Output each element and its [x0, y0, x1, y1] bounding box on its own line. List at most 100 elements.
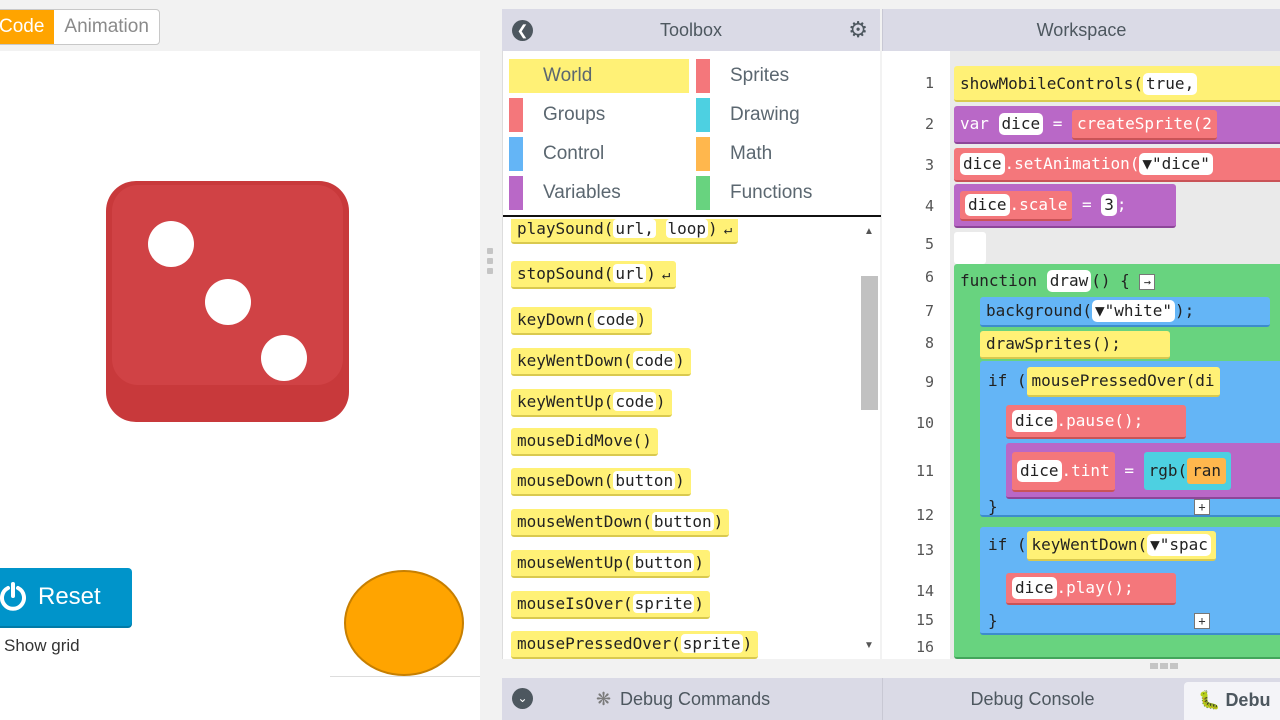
- debug-tab-label: Debu: [1225, 690, 1271, 710]
- preview-base: [330, 676, 480, 720]
- code-line-10[interactable]: dice .pause();: [1006, 405, 1186, 439]
- line-number: 4: [924, 197, 934, 215]
- code-area[interactable]: showMobileControls(true, var dice = crea…: [950, 51, 1280, 659]
- category-list: World Sprites Groups Drawing Control Mat…: [503, 51, 881, 217]
- category-drawing[interactable]: Drawing: [696, 98, 800, 132]
- if-header: if (keyWentDown(▼"spac: [988, 529, 1216, 561]
- toolbox-header: ❮ Toolbox ⚙: [502, 9, 880, 51]
- workspace-title: Workspace: [1036, 19, 1127, 40]
- line-number: 7: [924, 302, 934, 320]
- code-line-4[interactable]: dice .scale = 3;: [954, 184, 1176, 228]
- block-stopSound[interactable]: stopSound(url) ↵: [511, 261, 677, 289]
- code-line-7[interactable]: background(▼"white");: [980, 297, 1270, 327]
- code-line-2[interactable]: var dice = createSprite(2: [954, 106, 1280, 144]
- category-variables[interactable]: Variables: [509, 176, 621, 210]
- line-number: 1: [924, 74, 934, 92]
- function-header: function draw() { →: [960, 264, 1156, 298]
- line-number: 2: [924, 115, 934, 133]
- block-mouseDidMove[interactable]: mouseDidMove(): [511, 428, 658, 456]
- line-number: 10: [915, 414, 934, 432]
- code-line-3[interactable]: dice .setAnimation(▼"dice": [954, 148, 1280, 182]
- toolbox-panel: World Sprites Groups Drawing Control Mat…: [502, 51, 881, 659]
- scroll-down-icon[interactable]: ▼: [864, 640, 874, 651]
- block-mouseWentDown[interactable]: mouseWentDown(button): [511, 509, 730, 537]
- line-number: 11: [915, 462, 934, 480]
- category-label: Sprites: [730, 65, 790, 86]
- category-label: Math: [730, 143, 773, 164]
- spinner-icon: ❋: [596, 689, 612, 709]
- toolbox-block-list: playSound(url, loop) ↵ stopSound(url) ↵ ke…: [503, 219, 863, 659]
- line-number: 12: [915, 506, 934, 524]
- category-control[interactable]: Control: [509, 137, 604, 171]
- category-label: Control: [543, 143, 605, 164]
- return-icon: ↵: [723, 222, 733, 238]
- category-functions[interactable]: Functions: [696, 176, 812, 210]
- line-number: 5: [924, 235, 934, 253]
- line-number: 16: [915, 638, 934, 656]
- add-else-icon[interactable]: +: [1194, 499, 1210, 515]
- category-label: Functions: [730, 182, 813, 203]
- animation-mode-button[interactable]: Animation: [54, 10, 159, 44]
- return-icon: ↵: [661, 267, 671, 283]
- category-sprites[interactable]: Sprites: [696, 59, 789, 93]
- line-number: 3: [924, 156, 934, 174]
- debug-commands-header[interactable]: ⌄ ❋ Debug Commands: [502, 678, 880, 720]
- line-number: 14: [915, 582, 934, 600]
- category-label: Drawing: [730, 104, 800, 125]
- splitter-grip-icon[interactable]: [487, 248, 493, 274]
- power-icon: [0, 582, 26, 611]
- category-groups[interactable]: Groups: [509, 98, 605, 132]
- workspace-resize-grip-icon[interactable]: [1150, 663, 1178, 669]
- category-label: Groups: [543, 104, 606, 125]
- toolbox-scrollbar-thumb[interactable]: [861, 276, 878, 410]
- line-number: 9: [924, 373, 934, 391]
- category-world[interactable]: World: [509, 59, 689, 93]
- if-block-2[interactable]: if (keyWentDown(▼"spac dice .play(); } +: [980, 527, 1280, 635]
- gear-icon[interactable]: ⚙: [848, 19, 868, 41]
- bug-icon: 🐛: [1198, 690, 1221, 710]
- block-keyDown[interactable]: keyDown(code): [511, 307, 653, 335]
- workspace-header: Workspace: [882, 9, 1280, 51]
- if-header: if (mousePressedOver(di: [988, 363, 1220, 399]
- debug-commands-label: Debug Commands: [620, 689, 771, 709]
- if-block-1[interactable]: if (mousePressedOver(di dice .pause(); di…: [980, 361, 1280, 517]
- line-number: 6: [924, 268, 934, 286]
- code-line-14[interactable]: dice .play();: [1006, 573, 1176, 605]
- line-number-gutter: 1 2 3 4 5 6 7 8 9 10 11 12 13 14 15 16: [882, 51, 950, 659]
- block-keyWentUp[interactable]: keyWentUp(code): [511, 389, 672, 417]
- show-grid-toggle[interactable]: Show grid: [4, 636, 80, 656]
- code-line-11[interactable]: dice .tint = rgb(ran: [1006, 443, 1280, 499]
- collapse-toolbox-icon[interactable]: ❮: [512, 20, 533, 41]
- function-draw-block[interactable]: function draw() { → background(▼"white")…: [954, 264, 1280, 659]
- block-mouseIsOver[interactable]: mouseIsOver(sprite): [511, 591, 711, 619]
- workspace-panel[interactable]: 1 2 3 4 5 6 7 8 9 10 11 12 13 14 15 16 s…: [882, 51, 1280, 659]
- category-math[interactable]: Math: [696, 137, 772, 171]
- reset-button[interactable]: Reset: [0, 568, 132, 626]
- scroll-up-icon[interactable]: ▲: [864, 226, 874, 237]
- code-line-8[interactable]: drawSprites();: [980, 331, 1170, 359]
- add-else-icon[interactable]: +: [1194, 613, 1210, 629]
- block-keyWentDown[interactable]: keyWentDown(code): [511, 348, 691, 376]
- debug-console-header[interactable]: Debug Console: [882, 678, 1182, 720]
- debug-tab[interactable]: 🐛 Debu: [1184, 682, 1280, 720]
- block-mousePressedOver[interactable]: mousePressedOver(sprite): [511, 631, 759, 659]
- dice-sprite[interactable]: [106, 181, 350, 430]
- chevron-down-icon[interactable]: ⌄: [512, 688, 533, 709]
- line-number: 8: [924, 334, 934, 352]
- block-playSound[interactable]: playSound(url, loop) ↵: [511, 219, 739, 244]
- reset-label: Reset: [38, 583, 101, 610]
- code-line-5-empty[interactable]: [954, 232, 986, 264]
- line-number: 15: [915, 611, 934, 629]
- panel-splitter[interactable]: [480, 0, 502, 720]
- if-close: }: [988, 497, 998, 516]
- code-mode-button[interactable]: Code: [0, 10, 55, 44]
- collapse-arrow-icon[interactable]: →: [1139, 273, 1156, 290]
- block-mouseDown[interactable]: mouseDown(button): [511, 468, 691, 496]
- code-line-1[interactable]: showMobileControls(true,: [954, 66, 1280, 102]
- toolbox-title: Toolbox: [659, 19, 723, 40]
- if-close: }: [988, 611, 998, 630]
- app-root: Code Animation Reset Show grid ❮ Toolbox…: [0, 0, 1280, 720]
- block-mouseWentUp[interactable]: mouseWentUp(button): [511, 550, 711, 578]
- line-number: 13: [915, 541, 934, 559]
- mode-toggle: Code Animation: [0, 9, 160, 45]
